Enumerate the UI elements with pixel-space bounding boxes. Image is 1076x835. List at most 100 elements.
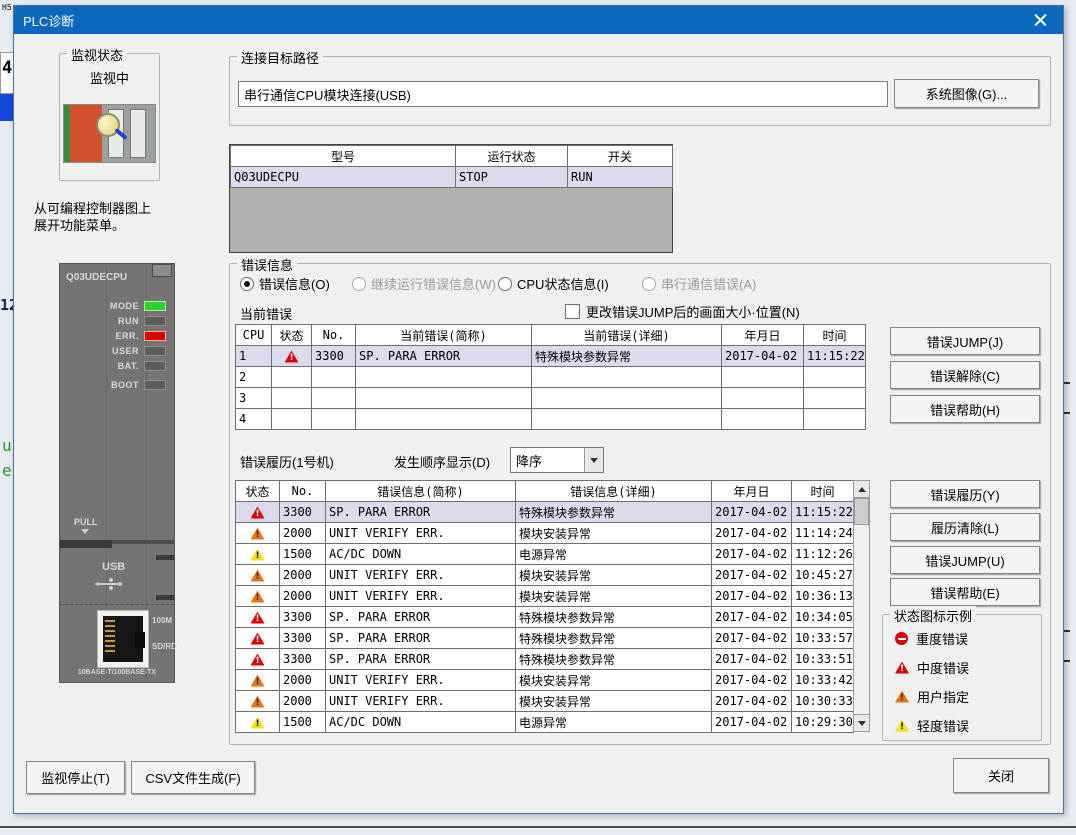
current-error-row[interactable]: 4: [236, 409, 866, 430]
monitor-group-label: 监视状态: [67, 45, 127, 64]
severity-icon: [251, 507, 265, 519]
radio-icon: [352, 277, 366, 291]
model-table-row[interactable]: Q03UDECPUSTOPRUN: [231, 167, 673, 188]
background-fragment: 4: [2, 58, 12, 78]
dropdown-button[interactable]: [584, 448, 603, 472]
monitor-status-text: 监视中: [60, 68, 159, 87]
severity-icon: [251, 696, 265, 708]
magnifier-icon: [96, 113, 122, 139]
severity-icon: [251, 591, 265, 603]
plc-module-graphic[interactable]: Q03UDECPU MODE RUN ERR. USER BAT. BOOT P…: [59, 263, 175, 683]
severity-icon: [285, 351, 299, 363]
history-row[interactable]: 1500AC/DC DOWN电源异常2017-04-0211:12:26: [236, 544, 854, 565]
hint-line2: 展开功能菜单。: [34, 215, 125, 234]
background-fragment: e: [2, 461, 12, 480]
mode-led-icon: [144, 301, 166, 311]
legend-item: 重度错误: [895, 629, 969, 648]
severity-icon: [251, 570, 265, 582]
radio-icon: [498, 277, 512, 291]
connection-path-field[interactable]: 串行通信CPU模块连接(USB): [238, 81, 888, 107]
monitor-status-group: 监视状态 监视中: [59, 53, 160, 181]
error-help-button[interactable]: 错误帮助(H): [890, 395, 1040, 423]
usb-label: USB: [102, 561, 125, 573]
history-row[interactable]: 2000UNIT VERIFY ERR.模块安装异常2017-04-0210:4…: [236, 565, 854, 586]
connection-path-group: 连接目标路径 串行通信CPU模块连接(USB) 系统图像(G)...: [229, 56, 1051, 126]
mode-led-label: MODE: [110, 301, 139, 311]
current-error-label: 当前错误: [240, 304, 292, 323]
error-clear-button[interactable]: 错误解除(C): [890, 361, 1040, 389]
history-row[interactable]: 3300SP. PARA ERROR特殊模块参数异常2017-04-0210:3…: [236, 607, 854, 628]
radio-cpu-status[interactable]: CPU状态信息(I): [498, 274, 609, 293]
boot-led-icon: [144, 380, 166, 390]
background-artifact: [1063, 412, 1070, 414]
history-error-help-button[interactable]: 错误帮助(E): [890, 578, 1040, 606]
monitor-stop-button[interactable]: 监视停止(T): [26, 761, 125, 794]
current-error-row[interactable]: 3: [236, 388, 866, 409]
resize-jump-checkbox[interactable]: 更改错误JUMP后的画面大小·位置(N): [565, 302, 800, 321]
eth-sdrd-label: SD/RD: [152, 642, 172, 651]
chevron-down-icon: [590, 458, 598, 463]
bat-led-label: BAT.: [118, 361, 139, 371]
close-button[interactable]: [1017, 6, 1063, 34]
error-history-button[interactable]: 错误履历(Y): [890, 480, 1040, 508]
severity-icon: [251, 633, 265, 645]
severity-icon: [251, 675, 265, 687]
history-row[interactable]: 3300SP. PARA ERROR特殊模块参数异常2017-04-0210:3…: [236, 649, 854, 670]
order-dropdown[interactable]: 降序: [510, 447, 604, 473]
history-row[interactable]: 3300SP. PARA ERROR特殊模块参数异常2017-04-0211:1…: [236, 502, 854, 523]
current-error-row[interactable]: 1 3300 SP. PARA ERROR 特殊模块参数异常 2017-04-0…: [236, 346, 866, 367]
scroll-up-icon: [858, 487, 866, 492]
module-model-label: Q03UDECPU: [66, 272, 127, 283]
history-row[interactable]: 2000UNIT VERIFY ERR.模块安装异常2017-04-0210:3…: [236, 691, 854, 712]
error-info-group-label: 错误信息: [237, 255, 297, 274]
history-table-header: 状态No.错误信息(简称)错误信息(详细)年月日时间: [236, 481, 854, 502]
module-notch-right: [156, 555, 174, 560]
photo-slot: [130, 109, 146, 158]
history-row[interactable]: 2000UNIT VERIFY ERR.模块安装异常2017-04-0211:1…: [236, 523, 854, 544]
model-table-wrap: 型号运行状态开关 Q03UDECPUSTOPRUN: [229, 144, 673, 253]
history-row[interactable]: 3300SP. PARA ERROR特殊模块参数异常2017-04-0210:3…: [236, 628, 854, 649]
error-history-table: 状态No.错误信息(简称)错误信息(详细)年月日时间 3300SP. PARA …: [235, 480, 854, 733]
history-error-jump-button[interactable]: 错误JUMP(U): [890, 546, 1040, 574]
close-dialog-button[interactable]: 关闭: [953, 758, 1049, 793]
eth-type-label: 10BASE-T/100BASE-TX: [60, 669, 174, 676]
legend-item: 中度错误: [895, 658, 969, 677]
window-title: PLC诊断: [23, 11, 74, 30]
scroll-down-button[interactable]: [854, 714, 869, 731]
titlebar[interactable]: PLC诊断: [14, 6, 1063, 34]
ethernet-port: [97, 610, 149, 668]
err-led-icon: [144, 331, 166, 341]
close-icon: [1034, 14, 1047, 27]
current-error-row[interactable]: 2: [236, 367, 866, 388]
background-fragment: u: [2, 436, 12, 455]
history-row[interactable]: 2000UNIT VERIFY ERR.模块安装异常2017-04-0210:3…: [236, 670, 854, 691]
error-jump-button[interactable]: 错误JUMP(J): [890, 327, 1040, 355]
history-clear-button[interactable]: 履历清除(L): [890, 513, 1040, 541]
history-scrollbar[interactable]: [853, 480, 870, 732]
scroll-up-button[interactable]: [854, 481, 869, 498]
error-history-label: 错误履历(1号机): [240, 452, 334, 471]
radio-error-info[interactable]: 错误信息(O): [240, 274, 330, 293]
current-table-header: CPU状态No.当前错误(简称)当前错误(详细)年月日时间: [236, 325, 866, 346]
background-artifact: [1063, 630, 1070, 632]
system-image-button[interactable]: 系统图像(G)...: [894, 79, 1039, 108]
severity-icon: [251, 612, 265, 624]
csv-generate-button[interactable]: CSV文件生成(F): [131, 761, 255, 794]
legend-item: 轻度错误: [895, 716, 969, 735]
radio-icon: [240, 277, 254, 291]
legend-item: 用户指定: [895, 687, 969, 706]
legend-group-label: 状态图标示例: [890, 606, 976, 625]
scrollbar-thumb[interactable]: [854, 498, 869, 525]
history-row[interactable]: 2000UNIT VERIFY ERR.模块安装异常2017-04-0210:3…: [236, 586, 854, 607]
severity-icon: [251, 528, 265, 540]
medium-error-icon: [895, 662, 909, 674]
history-row[interactable]: 1500AC/DC DOWN电源异常2017-04-0210:29:30: [236, 712, 854, 733]
status-icon-legend-group: 状态图标示例 重度错误 中度错误 用户指定 轻度错误: [882, 614, 1042, 741]
radio-continue-error: 继续运行错误信息(W): [352, 274, 496, 293]
minor-error-icon: [895, 720, 909, 732]
module-dashed-line: [60, 604, 174, 605]
run-led-label: RUN: [118, 316, 139, 326]
module-notch: [152, 264, 172, 277]
scroll-down-icon: [858, 721, 866, 726]
module-notch-right: [156, 595, 174, 600]
